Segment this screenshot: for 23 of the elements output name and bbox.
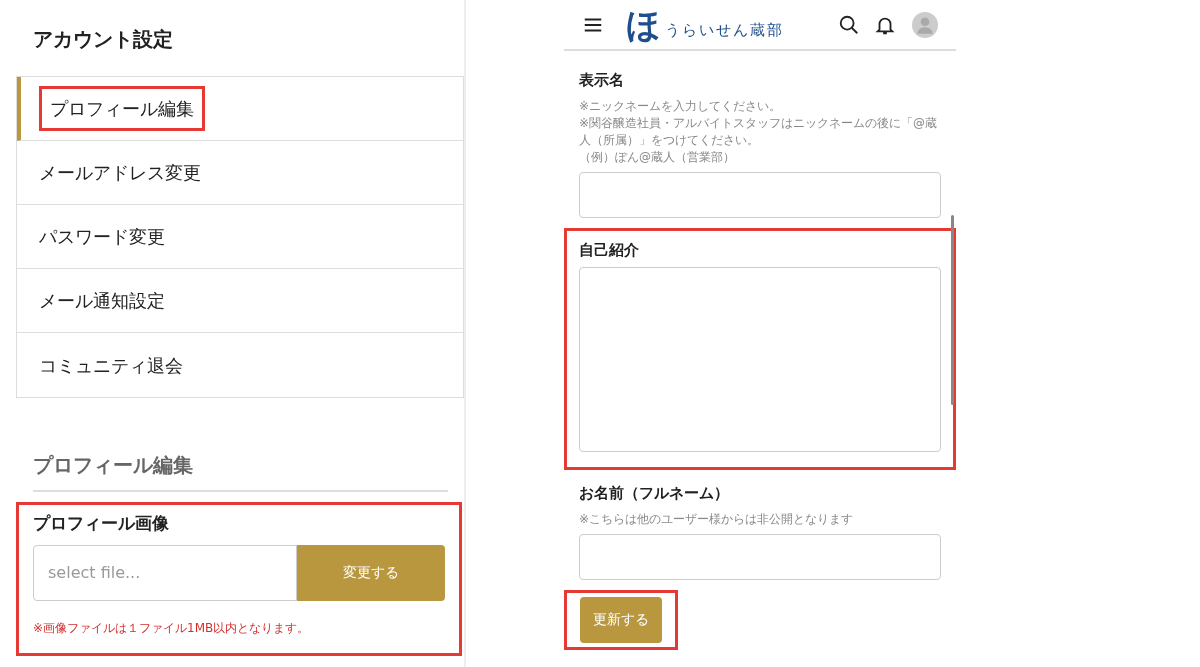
menu-item[interactable]: パスワード変更 [17,205,463,269]
search-icon[interactable] [838,13,860,36]
field-label: 表示名 [579,70,625,91]
field-note: ※ニックネームを入力してください。 [579,97,783,115]
field-label: プロフィール画像 [33,512,170,535]
field-label: お名前（フルネーム） [579,483,730,504]
text-field[interactable] [579,533,941,580]
menu-item[interactable]: コミュニティ退会 [17,333,463,397]
field-note: ※こちらは他のユーザー様からは非公開となります [579,510,855,528]
file-field[interactable]: select file... [33,544,297,601]
menu-item[interactable]: メール通知設定 [17,269,463,333]
field-label: 自己紹介 [579,239,640,261]
logo[interactable]: ほ うらいせん蔵部 [626,7,784,42]
section-title: プロフィール編集 [33,450,448,492]
field-note: ※関谷醸造社員・アルバイトスタッフはニックネームの後に「@蔵人（所属）」をつけてください。 [579,114,939,149]
field-note: （例）ぽん@蔵人（営業部） [579,148,736,166]
text-field[interactable] [579,171,941,218]
avatar-icon[interactable] [912,11,938,38]
scrollbar[interactable] [951,215,954,405]
page-title: アカウント設定 [33,26,174,53]
menu-item[interactable]: プロフィール編集 [17,77,463,141]
file-size-note: ※画像ファイルは１ファイル1MB以内となります。 [33,619,311,637]
menu-item[interactable]: メールアドレス変更 [17,141,463,205]
